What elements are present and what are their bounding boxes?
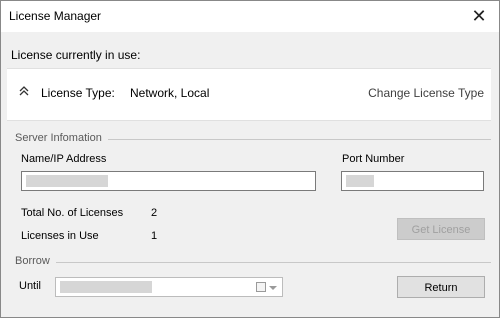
until-label: Until bbox=[19, 280, 42, 292]
license-current-label: License currently in use: bbox=[11, 48, 141, 62]
total-licenses-value: 2 bbox=[151, 207, 158, 219]
borrow-group-label: Borrow bbox=[15, 255, 50, 267]
license-manager-window: License Manager ✕ License currently in u… bbox=[0, 0, 500, 318]
borrow-divider bbox=[56, 262, 491, 263]
double-chevron-up-icon[interactable] bbox=[17, 83, 31, 99]
server-info-group-label: Server Infomation bbox=[15, 132, 102, 144]
licenses-in-use-label: Licenses in Use bbox=[21, 230, 99, 242]
server-info-divider bbox=[108, 139, 491, 140]
license-panel: License Type: Network, Local Change Lice… bbox=[7, 68, 491, 121]
name-ip-value-redacted bbox=[26, 175, 108, 187]
window-title: License Manager bbox=[9, 9, 102, 23]
dialog-body: License currently in use: License Type: … bbox=[1, 32, 499, 317]
name-ip-input[interactable] bbox=[21, 171, 316, 191]
total-licenses-label: Total No. of Licenses bbox=[21, 207, 124, 219]
port-number-input[interactable] bbox=[341, 171, 484, 191]
name-ip-label: Name/IP Address bbox=[21, 153, 107, 165]
calendar-icon[interactable] bbox=[256, 282, 266, 292]
license-type-value: Network, Local bbox=[130, 86, 210, 100]
port-value-redacted bbox=[346, 175, 374, 187]
license-type-label: License Type: bbox=[41, 86, 115, 100]
change-license-type-link[interactable]: Change License Type bbox=[368, 86, 484, 100]
get-license-button[interactable]: Get License bbox=[397, 218, 485, 240]
until-value-redacted bbox=[60, 281, 152, 293]
chevron-down-icon[interactable] bbox=[269, 286, 277, 290]
licenses-in-use-value: 1 bbox=[151, 230, 158, 242]
return-button[interactable]: Return bbox=[397, 276, 485, 298]
port-number-label: Port Number bbox=[342, 153, 405, 165]
title-bar: License Manager ✕ bbox=[1, 1, 499, 32]
until-date-picker[interactable] bbox=[55, 277, 283, 297]
close-icon[interactable]: ✕ bbox=[459, 1, 499, 32]
